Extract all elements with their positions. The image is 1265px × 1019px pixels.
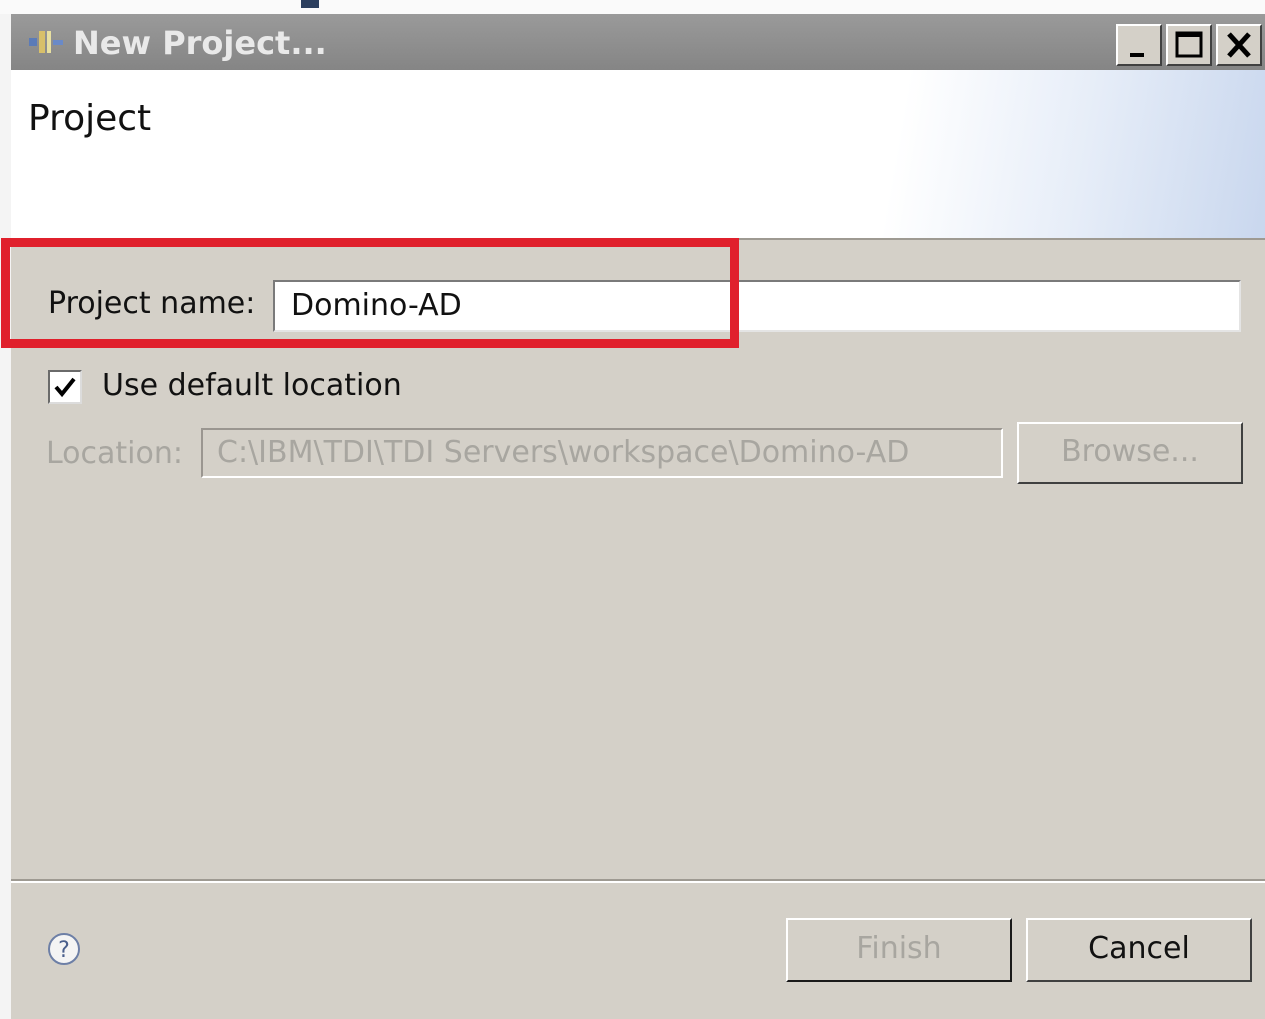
location-label: Location: (46, 436, 183, 471)
background-strip (0, 0, 1265, 14)
eclipse-project-icon (29, 31, 63, 53)
highlight-box (1, 238, 739, 348)
location-input[interactable]: C:\IBM\TDI\TDI Servers\workspace\Domino-… (201, 428, 1003, 478)
page-title: Project (28, 98, 152, 139)
title-bar[interactable]: New Project... (11, 14, 1265, 70)
maximize-button[interactable] (1166, 24, 1212, 66)
new-project-dialog: New Project... Project Project name: Dom… (11, 14, 1265, 1019)
minimize-icon (1130, 53, 1144, 57)
help-icon[interactable]: ? (47, 932, 81, 966)
browse-button[interactable]: Browse... (1017, 422, 1243, 484)
use-default-location-checkbox[interactable] (48, 370, 82, 404)
checkmark-icon (54, 377, 76, 398)
background-margin (0, 0, 11, 1019)
footer-divider (11, 879, 1265, 883)
wizard-header: Project (11, 70, 1265, 240)
cancel-button[interactable]: Cancel (1026, 918, 1252, 982)
svg-text:?: ? (58, 938, 70, 963)
close-icon (1227, 32, 1251, 58)
close-button[interactable] (1216, 24, 1262, 66)
minimize-button[interactable] (1116, 24, 1162, 66)
use-default-location-label[interactable]: Use default location (102, 368, 402, 403)
window-title: New Project... (73, 24, 327, 62)
background-fragment (301, 0, 319, 8)
maximize-icon (1175, 31, 1203, 58)
finish-button[interactable]: Finish (786, 918, 1012, 982)
